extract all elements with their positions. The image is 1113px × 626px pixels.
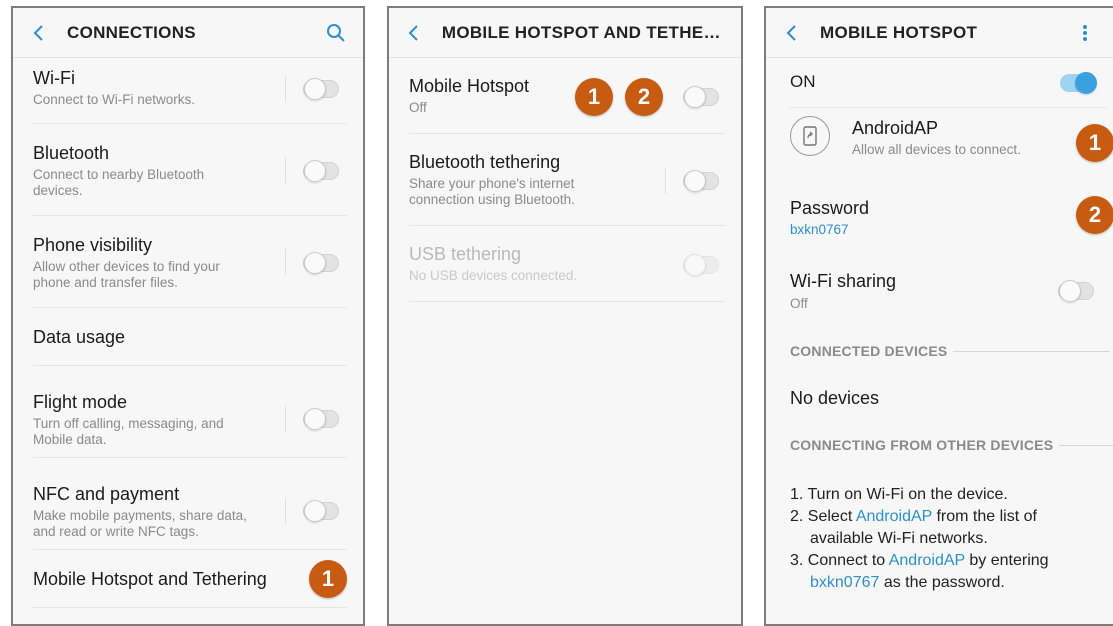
usb-tethering-title: USB tethering — [409, 244, 522, 264]
wifi-sharing-sub: Off — [790, 296, 808, 311]
step-2-network: AndroidAP — [855, 508, 933, 525]
header: CONNECTIONS — [13, 8, 363, 58]
step-2: 2. Select AndroidAP from the list of — [790, 506, 1090, 528]
divider — [285, 157, 286, 183]
password-value: bxkn0767 — [790, 222, 849, 237]
section-line — [1059, 444, 1113, 446]
wifi-sharing-toggle[interactable] — [1058, 280, 1094, 302]
network-name[interactable]: AndroidAP — [852, 118, 938, 139]
phone-visibility-row[interactable]: Phone visibility Allow other devices to … — [33, 216, 347, 308]
step-badge-1: 1 — [309, 560, 347, 598]
step-3: 3. Connect to AndroidAP by entering — [790, 550, 1090, 572]
wifi-sharing-title: Wi‑Fi sharing — [790, 271, 897, 291]
connected-devices-label: CONNECTED DEVICES — [790, 343, 948, 359]
phone-visibility-title: Phone visibility — [33, 235, 153, 255]
divider — [285, 76, 286, 102]
divider — [285, 406, 286, 432]
bluetooth-tethering-title: Bluetooth tethering — [409, 152, 561, 172]
divider — [285, 498, 286, 524]
header: MOBILE HOTSPOT — [766, 8, 1113, 58]
usb-tethering-sub: No USB devices connected. — [409, 268, 578, 283]
phone-visibility-sub: Allow other devices to find your phone a… — [33, 259, 220, 290]
share-device-icon — [790, 116, 830, 156]
step-2-text: 2. Select — [790, 508, 856, 525]
chevron-left-icon[interactable] — [27, 22, 49, 44]
bluetooth-tethering-row[interactable]: Bluetooth tethering Share your phone's i… — [409, 134, 725, 226]
master-switch-toggle[interactable] — [1060, 72, 1097, 94]
wifi-toggle[interactable] — [303, 78, 339, 100]
step-3-network: AndroidAP — [888, 552, 965, 569]
connected-devices-header: CONNECTED DEVICES — [790, 343, 1110, 359]
mobile-hotspot-title: Mobile Hotspot — [409, 76, 530, 96]
step-3-cont: bxkn0767 as the password. — [790, 572, 1090, 594]
flight-mode-title: Flight mode — [33, 392, 128, 412]
step-2-cont: available Wi‑Fi networks. — [810, 530, 988, 547]
bluetooth-tethering-toggle[interactable] — [683, 170, 719, 192]
more-vertical-icon[interactable] — [1074, 22, 1096, 44]
divider — [665, 168, 666, 194]
search-icon[interactable] — [325, 22, 347, 44]
hotspot-tethering-title: Mobile Hotspot and Tethering — [33, 569, 267, 589]
step-3-text: 3. Connect to — [790, 552, 889, 569]
usb-tethering-row: USB tethering No USB devices connected. — [409, 226, 725, 302]
nfc-toggle[interactable] — [303, 500, 339, 522]
step-badge-2: 2 — [625, 78, 663, 116]
nfc-title: NFC and payment — [33, 484, 180, 504]
bluetooth-toggle[interactable] — [303, 160, 339, 182]
flight-mode-toggle[interactable] — [303, 408, 339, 430]
step-3-text-tail: as the password. — [879, 574, 1005, 591]
connecting-label: CONNECTING FROM OTHER DEVICES — [790, 437, 1054, 453]
password-label[interactable]: Password — [790, 198, 869, 219]
page-title: MOBILE HOTSPOT AND TETHERI… — [441, 22, 723, 42]
step-1: 1. Turn on Wi‑Fi on the device. — [790, 486, 1008, 503]
usb-tethering-toggle — [683, 254, 719, 276]
step-2-text-end: from the list of — [932, 508, 1037, 525]
section-line — [953, 350, 1110, 352]
flight-mode-row[interactable]: Flight mode Turn off calling, messaging,… — [33, 366, 347, 458]
hotspot-tethering-screen: MOBILE HOTSPOT AND TETHERI… Mobile Hotsp… — [387, 6, 743, 626]
on-label: ON — [790, 72, 816, 91]
chevron-left-icon[interactable] — [780, 22, 802, 44]
flight-mode-sub: Turn off calling, messaging, and Mobile … — [33, 416, 224, 447]
phone-visibility-toggle[interactable] — [303, 252, 339, 274]
page-title: CONNECTIONS — [67, 22, 196, 42]
mobile-hotspot-sub: Off — [409, 100, 427, 115]
header: MOBILE HOTSPOT AND TETHERI… — [389, 8, 741, 58]
data-usage-row[interactable]: Data usage — [33, 308, 347, 366]
wifi-sub: Connect to Wi‑Fi networks. — [33, 92, 196, 107]
instructions-list: 1. Turn on Wi‑Fi on the device. 2. Selec… — [790, 484, 1090, 594]
step-badge-1: 1 — [575, 78, 613, 116]
nfc-sub: Make mobile payments, share data, and re… — [33, 508, 247, 539]
hotspot-tethering-row[interactable]: Mobile Hotspot and Tethering — [33, 550, 347, 608]
step-badge-1: 1 — [1076, 124, 1113, 162]
wifi-row[interactable]: Wi‑Fi Connect to Wi‑Fi networks. — [33, 58, 347, 124]
nfc-row[interactable]: NFC and payment Make mobile payments, sh… — [33, 458, 347, 550]
step-badge-2: 2 — [1076, 196, 1113, 234]
connections-screen: CONNECTIONS Wi‑Fi Connect to Wi‑Fi netwo… — [11, 6, 365, 626]
network-sub: Allow all devices to connect. — [852, 142, 1021, 157]
bluetooth-row[interactable]: Bluetooth Connect to nearby Bluetooth de… — [33, 124, 347, 216]
bluetooth-title: Bluetooth — [33, 143, 110, 163]
connecting-header: CONNECTING FROM OTHER DEVICES — [790, 437, 1113, 453]
no-devices-text: No devices — [790, 388, 880, 408]
mobile-hotspot-row[interactable]: Mobile Hotspot Off — [409, 58, 725, 134]
divider — [285, 249, 286, 275]
bluetooth-tethering-sub: Share your phone's internet connection u… — [409, 176, 575, 207]
step-3-text-end: by entering — [964, 552, 1049, 569]
master-switch-row[interactable]: ON — [790, 58, 1106, 108]
wifi-title: Wi‑Fi — [33, 68, 75, 88]
step-3-password: bxkn0767 — [810, 574, 880, 591]
mobile-hotspot-screen: MOBILE HOTSPOT ON AndroidAP Allow all de… — [764, 6, 1113, 626]
mobile-hotspot-toggle[interactable] — [683, 86, 719, 108]
data-usage-title: Data usage — [33, 327, 126, 347]
bluetooth-sub: Connect to nearby Bluetooth devices. — [33, 167, 205, 198]
chevron-left-icon[interactable] — [403, 22, 424, 44]
page-title: MOBILE HOTSPOT — [820, 22, 978, 42]
